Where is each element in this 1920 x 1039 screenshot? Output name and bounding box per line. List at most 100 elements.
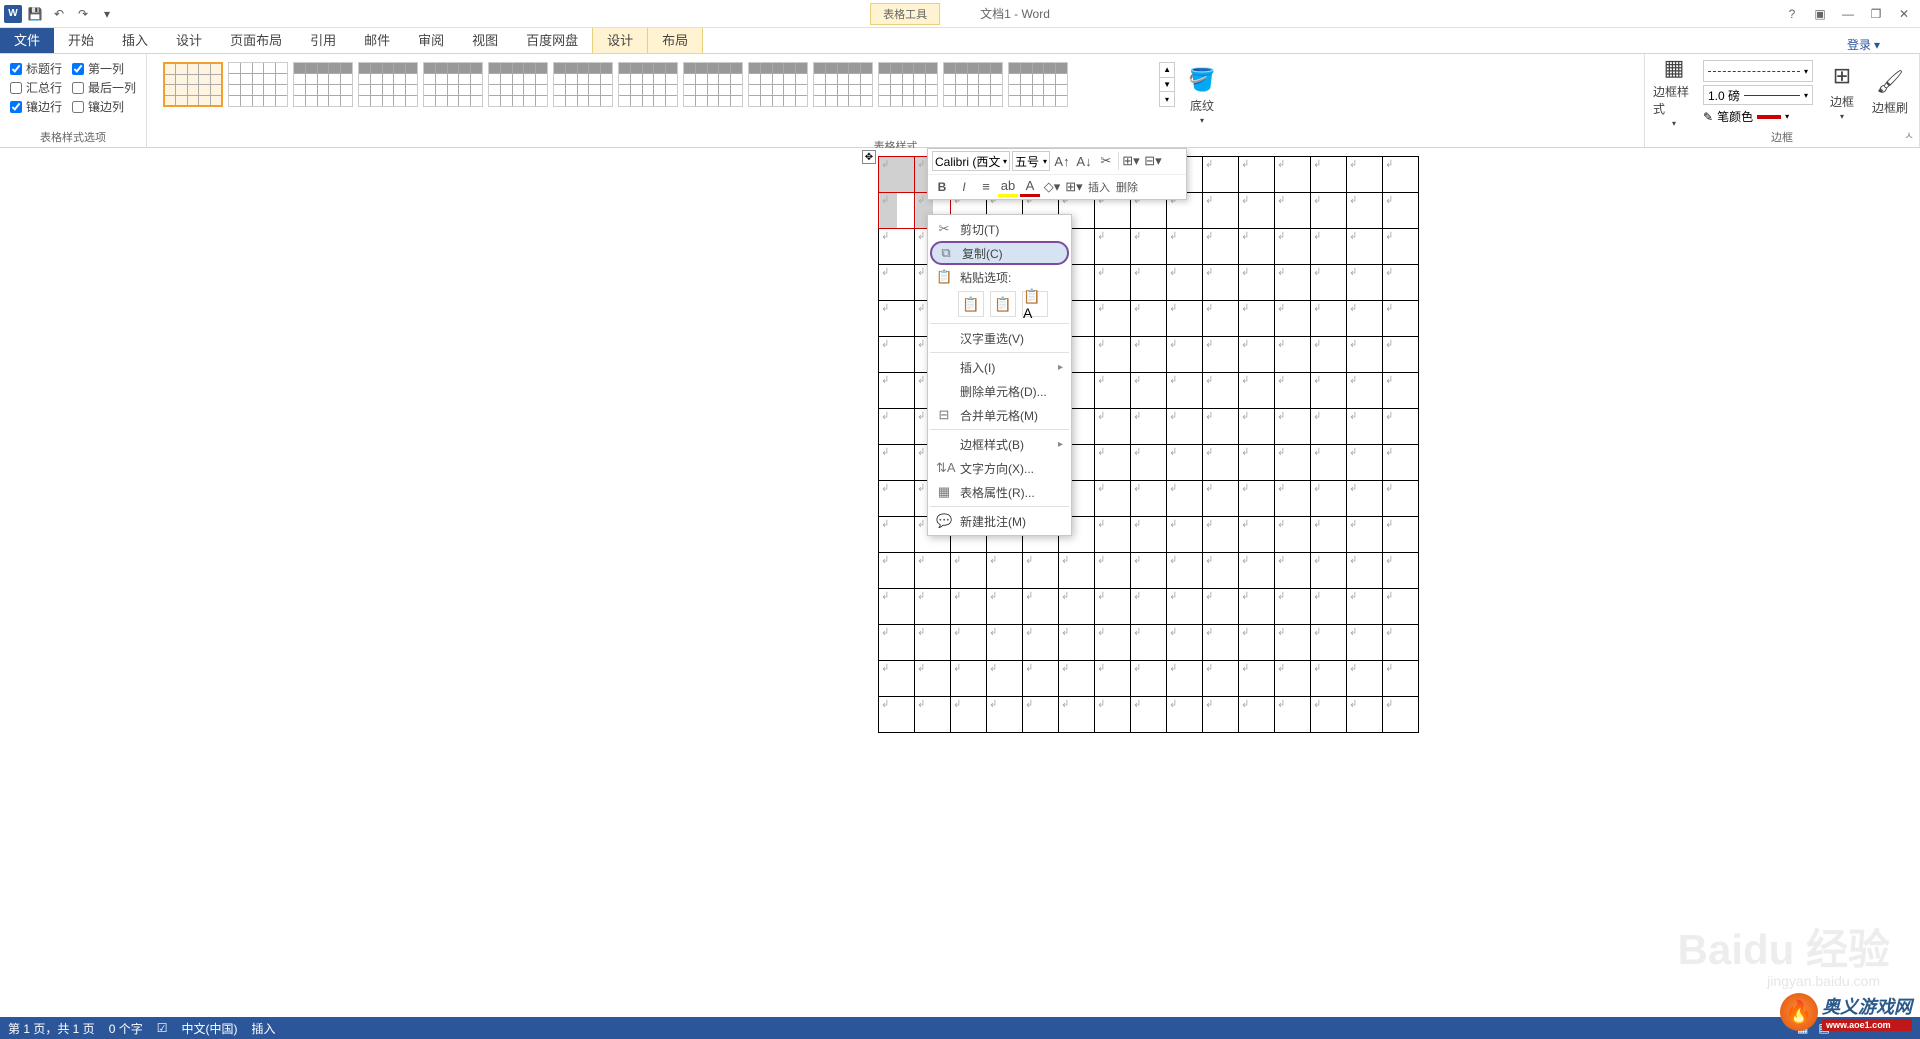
- table-cell[interactable]: ↲: [1239, 337, 1275, 373]
- ctx-delete-cells[interactable]: 删除单元格(D)...: [930, 379, 1069, 403]
- table-style-gallery[interactable]: [163, 62, 1153, 132]
- ribbon-options-button[interactable]: ▣: [1808, 4, 1832, 24]
- table-cell[interactable]: ↲: [1311, 337, 1347, 373]
- table-cell[interactable]: ↲: [879, 625, 915, 661]
- table-cell[interactable]: ↲: [1347, 337, 1383, 373]
- table-cell[interactable]: ↲: [1383, 589, 1419, 625]
- table-cell[interactable]: ↲: [879, 373, 915, 409]
- tab-table-layout[interactable]: 布局: [648, 25, 703, 53]
- table-cell[interactable]: ↲: [1167, 661, 1203, 697]
- table-cell[interactable]: ↲: [1131, 517, 1167, 553]
- ctx-new-comment[interactable]: 💬新建批注(M): [930, 509, 1069, 533]
- table-cell[interactable]: ↲: [1239, 553, 1275, 589]
- table-cell[interactable]: ↲: [1383, 697, 1419, 733]
- table-cell[interactable]: ↲: [1347, 517, 1383, 553]
- tab-page-layout[interactable]: 页面布局: [216, 26, 296, 53]
- table-cell[interactable]: ↲: [1131, 301, 1167, 337]
- tab-home[interactable]: 开始: [54, 26, 108, 53]
- table-cell[interactable]: ↲: [1095, 481, 1131, 517]
- borders-mini-button[interactable]: ⊞▾: [1064, 177, 1084, 197]
- table-cell[interactable]: ↲: [1203, 517, 1239, 553]
- table-cell[interactable]: ↲: [987, 697, 1023, 733]
- tab-references[interactable]: 引用: [296, 26, 350, 53]
- table-cell[interactable]: ↲: [1059, 625, 1095, 661]
- table-cell[interactable]: ↲: [1347, 157, 1383, 193]
- table-cell[interactable]: ↲: [1347, 481, 1383, 517]
- table-cell[interactable]: ↲: [1239, 157, 1275, 193]
- table-style-thumb[interactable]: [748, 62, 808, 107]
- table-cell[interactable]: ↲: [1023, 589, 1059, 625]
- table-cell[interactable]: ↲: [879, 481, 915, 517]
- table-cell[interactable]: ↲: [1095, 265, 1131, 301]
- table-cell[interactable]: ↲: [987, 589, 1023, 625]
- table-cell[interactable]: ↲: [1383, 229, 1419, 265]
- table-cell[interactable]: ↲: [1131, 481, 1167, 517]
- tab-design[interactable]: 设计: [162, 26, 216, 53]
- align-button[interactable]: ≡: [976, 177, 996, 197]
- table-cell[interactable]: ↲: [987, 661, 1023, 697]
- table-cell[interactable]: ↲: [987, 553, 1023, 589]
- table-style-thumb[interactable]: [488, 62, 548, 107]
- table-cell[interactable]: ↲: [1095, 553, 1131, 589]
- table-cell[interactable]: ↲: [1059, 553, 1095, 589]
- table-cell[interactable]: ↲: [1095, 229, 1131, 265]
- table-cell[interactable]: ↲: [1239, 661, 1275, 697]
- table-cell[interactable]: ↲: [1167, 229, 1203, 265]
- login-link[interactable]: 登录 ▾: [1847, 36, 1880, 53]
- chk-last-col[interactable]: 最后一列: [72, 79, 136, 96]
- table-cell[interactable]: ↲: [1275, 445, 1311, 481]
- save-button[interactable]: 💾: [24, 3, 46, 25]
- table-style-thumb[interactable]: [163, 62, 223, 107]
- table-cell[interactable]: ↲: [1131, 553, 1167, 589]
- grow-font-button[interactable]: A↑: [1052, 151, 1072, 171]
- table-style-thumb[interactable]: [293, 62, 353, 107]
- table-style-thumb[interactable]: [878, 62, 938, 107]
- table-cell[interactable]: ↲: [1095, 625, 1131, 661]
- table-cell[interactable]: ↲: [1131, 373, 1167, 409]
- table-cell[interactable]: ↲: [1203, 337, 1239, 373]
- table-cell[interactable]: ↲: [1239, 409, 1275, 445]
- table-cell[interactable]: ↲: [1275, 265, 1311, 301]
- table-cell[interactable]: ↲: [1347, 445, 1383, 481]
- table-cell[interactable]: ↲: [1347, 661, 1383, 697]
- table-cell[interactable]: ↲: [1275, 481, 1311, 517]
- table-cell[interactable]: ↲: [1131, 697, 1167, 733]
- table-cell[interactable]: ↲: [1131, 589, 1167, 625]
- table-cell[interactable]: ↲: [1203, 409, 1239, 445]
- table-cell[interactable]: ↲: [1383, 661, 1419, 697]
- ctx-insert[interactable]: 插入(I)▸: [930, 355, 1069, 379]
- table-cell[interactable]: ↲: [1239, 517, 1275, 553]
- pen-color-button[interactable]: ✎笔颜色▾: [1703, 108, 1813, 125]
- table-cell[interactable]: ↲: [1239, 589, 1275, 625]
- table-cell[interactable]: ↲: [1023, 697, 1059, 733]
- table-cell[interactable]: ↲: [951, 625, 987, 661]
- gallery-up-button[interactable]: ▲: [1160, 63, 1174, 78]
- table-cell[interactable]: ↲: [1167, 553, 1203, 589]
- table-cell[interactable]: ↲: [1383, 373, 1419, 409]
- table-cell[interactable]: ↲: [1311, 697, 1347, 733]
- table-style-thumb[interactable]: [423, 62, 483, 107]
- table-cell[interactable]: ↲: [915, 553, 951, 589]
- table-cell[interactable]: ↲: [879, 193, 915, 229]
- table-cell[interactable]: ↲: [1311, 589, 1347, 625]
- table-move-handle[interactable]: ✥: [862, 150, 876, 164]
- tab-file[interactable]: 文件: [0, 26, 54, 53]
- table-cell[interactable]: ↲: [1347, 229, 1383, 265]
- table-cell[interactable]: ↲: [1347, 373, 1383, 409]
- border-painter-button[interactable]: 🖌 边框刷: [1869, 58, 1911, 124]
- table-cell[interactable]: ↲: [1167, 481, 1203, 517]
- table-cell[interactable]: ↲: [879, 661, 915, 697]
- table-style-thumb[interactable]: [358, 62, 418, 107]
- table-cell[interactable]: ↲: [879, 445, 915, 481]
- font-select[interactable]: Calibri (西文▾: [932, 151, 1010, 171]
- table-cell[interactable]: ↲: [1383, 337, 1419, 373]
- tab-view[interactable]: 视图: [458, 26, 512, 53]
- table-cell[interactable]: ↲: [1347, 193, 1383, 229]
- table-cell[interactable]: ↲: [1311, 661, 1347, 697]
- table-cell[interactable]: ↲: [1347, 589, 1383, 625]
- table-cell[interactable]: ↲: [1203, 445, 1239, 481]
- minimize-button[interactable]: —: [1836, 4, 1860, 24]
- table-cell[interactable]: ↲: [1203, 373, 1239, 409]
- chk-total-row[interactable]: 汇总行: [10, 79, 62, 96]
- borders-button[interactable]: ⊞ 边框▾: [1821, 58, 1863, 124]
